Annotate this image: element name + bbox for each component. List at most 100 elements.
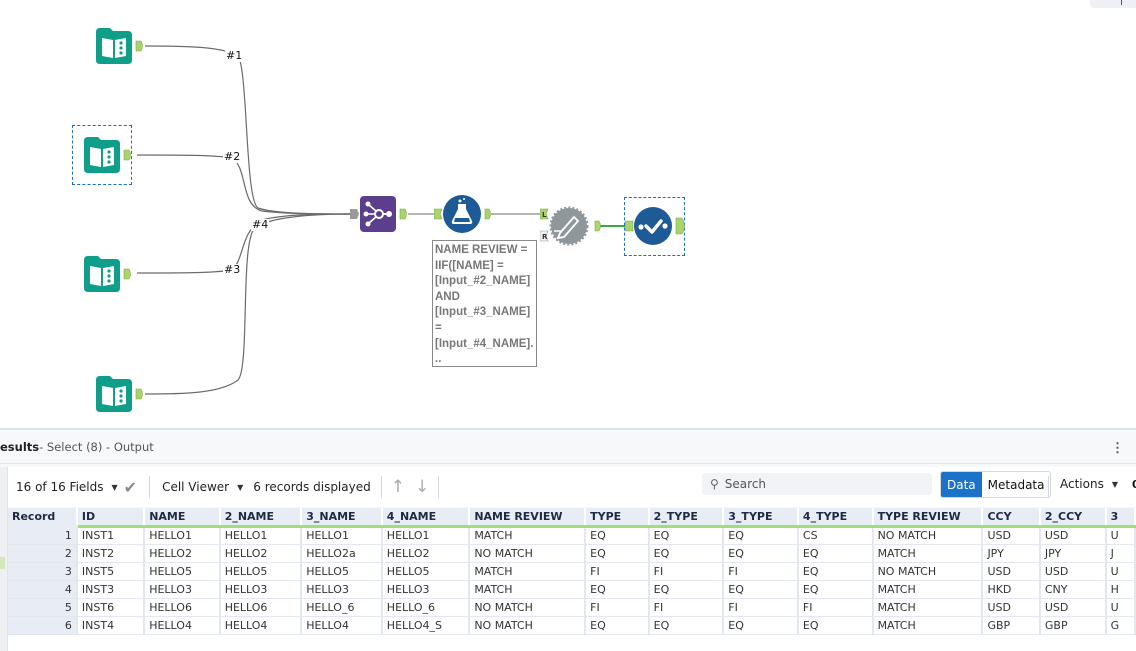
table-row[interactable]: 3 INST5 HELLO5 HELLO5 HELLO5 HELLO5 MATCH FI FI F… xyxy=(8,562,1136,581)
table-cell[interactable]: USD xyxy=(982,562,1041,581)
search-input[interactable]: ⚲ Search xyxy=(702,473,932,495)
table-row[interactable]: 2 INST2 HELLO2 HELLO2 HELLO2a HELLO2 NO MATCH E… xyxy=(8,544,1136,563)
table-cell[interactable]: FI xyxy=(723,562,799,581)
table-cell[interactable]: CNY xyxy=(1039,580,1107,599)
table-cell[interactable]: MATCH xyxy=(872,616,984,635)
table-cell[interactable]: JPY xyxy=(1039,544,1107,563)
table-cell[interactable]: HELLO3 xyxy=(144,580,221,599)
table-cell[interactable]: MATCH xyxy=(872,544,984,563)
table-cell[interactable]: HELLO3 xyxy=(219,580,303,599)
data-tab[interactable]: Data xyxy=(941,472,982,497)
column-header[interactable]: 2_NAME xyxy=(219,508,303,528)
column-header[interactable]: Record xyxy=(8,508,78,528)
table-cell[interactable]: JPY xyxy=(982,544,1041,563)
gutter-tab[interactable] xyxy=(0,557,5,569)
table-cell[interactable]: HELLO6 xyxy=(144,598,221,617)
table-cell[interactable]: HELLO3 xyxy=(381,580,471,599)
table-cell[interactable]: NO MATCH xyxy=(872,562,984,581)
table-cell[interactable]: INST5 xyxy=(76,562,146,581)
fields-dropdown[interactable]: 16 of 16 Fields ▼ ✔ xyxy=(8,473,145,501)
record-number-cell[interactable]: 6 xyxy=(8,616,78,635)
table-cell[interactable]: USD xyxy=(1039,598,1107,617)
column-header[interactable]: 3 xyxy=(1105,508,1136,528)
table-cell[interactable]: HELLO5 xyxy=(219,562,303,581)
arrow-up-icon[interactable]: ↑ xyxy=(386,477,410,497)
table-cell[interactable]: FI xyxy=(585,562,650,581)
table-cell[interactable]: EQ xyxy=(648,616,725,635)
table-cell[interactable]: MATCH xyxy=(469,526,587,545)
table-cell[interactable]: CS xyxy=(797,526,874,545)
table-cell[interactable]: HELLO5 xyxy=(301,562,383,581)
table-cell[interactable]: EQ xyxy=(797,544,874,563)
table-cell[interactable]: EQ xyxy=(648,580,725,599)
table-cell[interactable]: USD xyxy=(982,526,1041,545)
checkmark-icon[interactable]: ✔ xyxy=(124,478,137,497)
arrow-down-icon[interactable]: ↓ xyxy=(410,477,434,497)
column-header[interactable]: 2_CCY xyxy=(1039,508,1107,528)
table-cell[interactable]: HELLO_6 xyxy=(301,598,383,617)
record-number-cell[interactable]: 1 xyxy=(8,526,78,545)
table-cell[interactable]: HELLO4_S xyxy=(381,616,471,635)
table-cell[interactable]: EQ xyxy=(797,580,874,599)
table-cell[interactable]: MATCH xyxy=(469,580,587,599)
table-cell[interactable]: HELLO2 xyxy=(381,544,471,563)
table-cell[interactable]: FI xyxy=(648,562,725,581)
table-cell[interactable]: MATCH xyxy=(872,598,984,617)
table-cell[interactable]: EQ xyxy=(797,562,874,581)
table-cell[interactable]: NO MATCH xyxy=(469,544,587,563)
table-cell[interactable]: HELLO2 xyxy=(219,544,303,563)
table-cell[interactable]: HELLO3 xyxy=(301,580,383,599)
overflow-item[interactable]: 000 xyxy=(1132,473,1136,495)
table-cell[interactable]: EQ xyxy=(723,526,799,545)
table-cell[interactable]: NO MATCH xyxy=(469,598,587,617)
table-cell[interactable]: NO MATCH xyxy=(872,526,984,545)
table-cell[interactable]: INST2 xyxy=(76,544,146,563)
table-cell[interactable]: EQ xyxy=(585,526,650,545)
table-cell[interactable]: EQ xyxy=(723,616,799,635)
table-cell[interactable]: FI xyxy=(585,598,650,617)
table-cell[interactable]: HELLO5 xyxy=(144,562,221,581)
table-cell[interactable]: USD xyxy=(982,598,1041,617)
table-cell[interactable]: EQ xyxy=(797,616,874,635)
table-cell[interactable]: HELLO_6 xyxy=(381,598,471,617)
record-number-cell[interactable]: 2 xyxy=(8,544,78,563)
table-row[interactable]: 4 INST3 HELLO3 HELLO3 HELLO3 HELLO3 MATCH EQ EQ E… xyxy=(8,580,1136,599)
table-cell[interactable]: FI xyxy=(797,598,874,617)
record-number-cell[interactable]: 5 xyxy=(8,598,78,617)
table-cell[interactable]: NO MATCH xyxy=(469,616,587,635)
cell-viewer-dropdown[interactable]: Cell Viewer ▼ xyxy=(154,473,251,501)
table-cell[interactable]: H xyxy=(1105,580,1136,599)
results-menu-icon[interactable]: ⋮ xyxy=(1111,440,1124,456)
table-cell[interactable]: HELLO4 xyxy=(144,616,221,635)
table-cell[interactable]: EQ xyxy=(585,616,650,635)
table-cell[interactable]: GBP xyxy=(1039,616,1107,635)
table-cell[interactable]: HELLO5 xyxy=(381,562,471,581)
table-cell[interactable]: FI xyxy=(648,598,725,617)
metadata-tab[interactable]: Metadata xyxy=(981,472,1051,497)
table-cell[interactable]: HELLO1 xyxy=(219,526,303,545)
table-cell[interactable]: EQ xyxy=(723,580,799,599)
table-cell[interactable]: EQ xyxy=(585,544,650,563)
table-cell[interactable]: HELLO1 xyxy=(144,526,221,545)
column-header[interactable]: NAME REVIEW xyxy=(469,508,587,528)
table-cell[interactable]: MATCH xyxy=(469,562,587,581)
column-header[interactable]: 2_TYPE xyxy=(648,508,725,528)
table-cell[interactable]: HELLO6 xyxy=(219,598,303,617)
table-cell[interactable]: USD xyxy=(1039,526,1107,545)
table-cell[interactable]: FI xyxy=(723,598,799,617)
column-header[interactable]: ID xyxy=(76,508,146,528)
table-cell[interactable]: HELLO1 xyxy=(381,526,471,545)
record-number-cell[interactable]: 4 xyxy=(8,580,78,599)
table-cell[interactable]: USD xyxy=(1039,562,1107,581)
table-cell[interactable]: HELLO4 xyxy=(219,616,303,635)
table-row[interactable]: 6 INST4 HELLO4 HELLO4 HELLO4 HELLO4_S NO MATCH… xyxy=(8,616,1136,635)
table-cell[interactable]: INST3 xyxy=(76,580,146,599)
canvas-corner-control[interactable] xyxy=(1090,0,1136,8)
table-cell[interactable]: HELLO2a xyxy=(301,544,383,563)
table-cell[interactable]: INST1 xyxy=(76,526,146,545)
table-row[interactable]: 5 INST6 HELLO6 HELLO6 HELLO_6 HELLO_6 NO MATCH… xyxy=(8,598,1136,617)
results-grid[interactable]: Record ID NAME 2_NAME 3_NAME 4_NAME NAME REVIE… xyxy=(8,508,1136,649)
table-cell[interactable]: HELLO4 xyxy=(301,616,383,635)
table-cell[interactable]: EQ xyxy=(585,580,650,599)
column-header[interactable]: 4_TYPE xyxy=(797,508,874,528)
